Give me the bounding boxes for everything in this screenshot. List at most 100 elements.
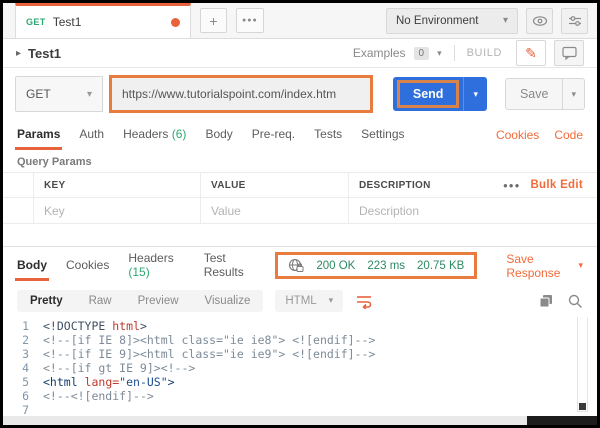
code-line: 7 [3,403,597,416]
chevron-down-icon: ▾ [328,295,334,305]
line-content: <!--[if gt IE 9]><!--> [43,361,196,375]
sliders-icon [568,15,581,26]
response-tab-headers[interactable]: Headers (15) [128,244,184,288]
edit-request-button[interactable]: ✎ [516,40,546,66]
tab-label: Cookies [66,257,110,272]
save-response-label: Save Response [506,251,561,280]
response-headers-count: (15) [128,264,150,279]
line-content: <!--<![endif]--> [43,389,154,403]
line-content: <!DOCTYPE html> [43,319,147,333]
horizontal-scrollbar[interactable] [3,416,597,425]
response-tab-test-results[interactable]: Test Results [204,244,257,288]
environment-settings-button[interactable] [561,7,588,34]
examples-label[interactable]: Examples [353,46,406,60]
save-button[interactable]: Save [504,78,563,110]
request-tab-test1[interactable]: GET Test1 [15,3,191,38]
bulk-edit-link[interactable]: Bulk Edit [530,179,583,191]
new-tab-button[interactable]: + [200,8,227,33]
view-preview[interactable]: Preview [125,290,192,312]
request-tabs-right: Cookies Code [496,128,583,142]
response-body-code[interactable]: 1 <!DOCTYPE html> 2 <!--[if IE 8]><html cla… [3,317,597,416]
response-tab-body[interactable]: Body [15,251,49,281]
caret-right-icon[interactable]: ▸ [16,48,21,59]
environment-quick-look-button[interactable] [526,7,553,34]
environment-selector[interactable]: No Environment ▾ [386,7,518,34]
view-pretty[interactable]: Pretty [17,290,76,312]
wrap-text-icon[interactable] [355,293,373,309]
tab-label: Test Results [203,250,244,279]
line-content: <!--[if IE 9]><html class="ie ie9"> <![e… [43,347,376,361]
vertical-scrollbar[interactable] [577,317,588,412]
pencil-icon: ✎ [525,44,537,61]
request-url-row: GET ▾ https://www.tutorialspoint.com/ind… [3,68,597,120]
scrollbar-corner [527,416,597,425]
method-label: GET [26,87,51,101]
tab-label: Pre-req. [251,127,296,141]
chevron-down-icon: ▾ [578,260,584,270]
row-gutter [3,173,33,197]
tab-label: Body [205,127,233,141]
value-input[interactable]: Value [200,198,348,223]
column-header-description: DESCRIPTION ●●● Bulk Edit [348,173,597,197]
query-params-data-row: Key Value Description [3,198,597,224]
line-number: 1 [22,319,29,333]
tab-pre-request[interactable]: Pre-req. [252,120,295,150]
format-label: HTML [285,294,317,307]
tab-settings[interactable]: Settings [361,120,404,150]
code-line: 1 <!DOCTYPE html> [3,319,597,333]
search-icon[interactable] [567,293,583,309]
method-selector[interactable]: GET ▾ [15,76,103,112]
save-response-button[interactable]: Save Response ▾ [506,252,583,280]
chevron-down-icon: ▾ [86,88,92,100]
send-options-button[interactable]: ▾ [463,77,487,111]
response-size: 20.75 KB [417,259,465,272]
tab-label: Auth [79,127,105,141]
view-mode-group: Pretty Raw Preview Visualize [17,289,264,312]
response-status-annotation: 200 OK 223 ms 20.75 KB [275,252,478,279]
tab-label: Tests [314,127,343,141]
key-input[interactable]: Key [33,198,200,223]
tab-headers[interactable]: Headers (6) [123,120,186,150]
cookies-link[interactable]: Cookies [496,128,539,142]
url-value: https://www.tutorialspoint.com/index.htm [122,87,337,101]
description-header-label: DESCRIPTION [359,179,431,191]
chevron-down-icon[interactable]: ▾ [437,48,442,59]
tab-bar: GET Test1 + ●●● No Environment ▾ [3,3,597,39]
response-tabs: Body Cookies Headers (15) Test Results 2… [3,246,597,284]
more-columns-icon[interactable]: ●●● [503,181,521,190]
status-code: 200 OK [316,259,356,272]
view-visualize[interactable]: Visualize [192,290,264,312]
headers-count: (6) [171,127,187,141]
code-link[interactable]: Code [554,128,583,142]
url-input[interactable]: https://www.tutorialspoint.com/index.htm [112,78,370,110]
comments-button[interactable] [554,40,584,66]
column-header-key: KEY [33,173,200,197]
send-button[interactable]: Send [392,77,464,111]
format-selector[interactable]: HTML ▾ [275,289,344,312]
code-line: 3 <!--[if IE 9]><html class="ie ie9"> <![… [3,347,597,361]
unsaved-dot-icon [171,17,180,27]
request-title-actions: Examples 0 ▾ BUILD ✎ [353,40,584,66]
horizontal-scrollbar-track[interactable] [3,416,527,425]
code-line: 2 <!--[if IE 8]><html class="ie ie8"> <![… [3,333,597,347]
save-options-button[interactable]: ▾ [562,78,585,110]
line-number: 5 [22,375,29,389]
response-time: 223 ms [367,259,406,272]
tab-options-button[interactable]: ●●● [236,8,264,33]
copy-icon[interactable] [538,293,554,309]
response-tab-cookies[interactable]: Cookies [66,251,109,281]
tab-tests[interactable]: Tests [314,120,342,150]
vertical-scrollbar-thumb[interactable] [579,403,586,410]
response-view-toolbar: Pretty Raw Preview Visualize HTML ▾ [3,284,597,317]
tab-method-label: GET [26,17,46,27]
send-label: Send [396,80,460,108]
line-content: <!--[if IE 8]><html class="ie ie8"> <![e… [43,333,376,347]
description-input[interactable]: Description [348,198,597,223]
view-raw[interactable]: Raw [76,290,125,312]
tab-auth[interactable]: Auth [79,120,104,150]
save-button-group: Save ▾ [504,78,585,110]
comment-icon [561,46,577,60]
query-params-table: KEY VALUE DESCRIPTION ●●● Bulk Edit Key … [3,172,597,224]
tab-params[interactable]: Params [14,120,63,150]
tab-body[interactable]: Body [205,120,232,150]
